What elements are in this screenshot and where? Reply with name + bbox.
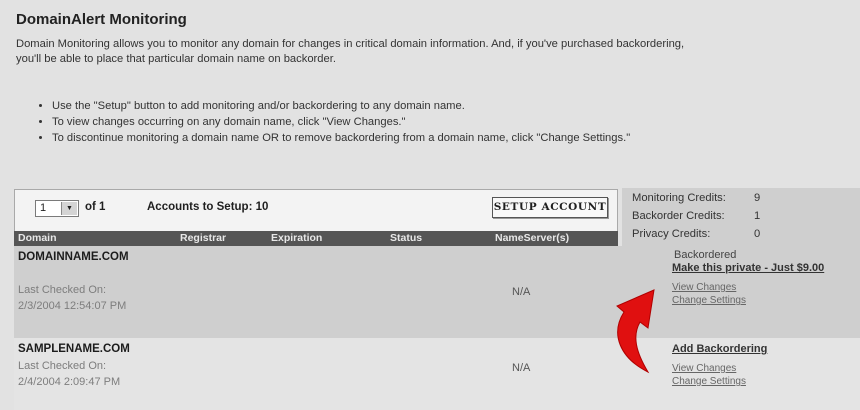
instructions-list: Use the "Setup" button to add monitoring… xyxy=(36,99,712,147)
table-row: SAMPLENAME.COM Last Checked On: 2/4/2004… xyxy=(14,338,860,410)
column-header-status[interactable]: Status xyxy=(390,232,422,244)
credits-panel: Monitoring Credits: 9 Backorder Credits:… xyxy=(622,188,860,246)
page-select-value: 1 xyxy=(40,202,47,214)
table-header: Domain Registrar Expiration Status NameS… xyxy=(14,231,618,246)
domain-alert-page: DomainAlert Monitoring Domain Monitoring… xyxy=(0,0,860,410)
intro-text: Domain Monitoring allows you to monitor … xyxy=(16,38,685,65)
view-changes-link[interactable]: View Changes xyxy=(672,362,767,375)
page-select[interactable]: 1 ▼ xyxy=(35,200,79,217)
list-item: To view changes occurring on any domain … xyxy=(52,115,712,130)
list-item: To discontinue monitoring a domain name … xyxy=(52,131,712,146)
column-header-domain[interactable]: Domain xyxy=(18,232,57,244)
change-settings-link[interactable]: Change Settings xyxy=(672,375,767,388)
table-row: DOMAINNAME.COM Last Checked On: 2/3/2004… xyxy=(14,246,860,338)
row-actions: Add Backordering View Changes Change Set… xyxy=(672,343,767,388)
accounts-to-setup: Accounts to Setup: 10 xyxy=(147,201,269,213)
setup-account-button[interactable]: SETUP ACCOUNT xyxy=(492,197,608,218)
add-backordering-link[interactable]: Add Backordering xyxy=(672,343,767,356)
page-title: DomainAlert Monitoring xyxy=(16,11,187,28)
column-header-expiration[interactable]: Expiration xyxy=(271,232,322,244)
view-changes-link[interactable]: View Changes xyxy=(672,281,824,294)
backorder-credits: Backorder Credits: 1 xyxy=(632,210,761,222)
page-count: of 1 xyxy=(85,201,106,213)
backorder-credits-value: 1 xyxy=(754,210,761,222)
status-badge: Backordered xyxy=(674,249,737,261)
last-checked: Last Checked On: 2/4/2004 2:09:47 PM xyxy=(18,360,121,388)
column-header-nameservers[interactable]: NameServer(s) xyxy=(495,232,569,244)
change-settings-link[interactable]: Change Settings xyxy=(672,294,824,307)
curved-red-arrow-icon xyxy=(616,289,655,374)
privacy-credits: Privacy Credits: 0 xyxy=(632,228,761,240)
last-checked: Last Checked On: 2/3/2004 12:54:07 PM xyxy=(18,284,127,312)
monitoring-credits: Monitoring Credits: 9 xyxy=(632,192,761,204)
list-item: Use the "Setup" button to add monitoring… xyxy=(52,99,712,114)
domain-name: DOMAINNAME.COM xyxy=(18,251,129,263)
monitoring-credits-value: 9 xyxy=(754,192,761,204)
row-actions: Backordered Make this private - Just $9.… xyxy=(672,249,824,307)
column-header-registrar[interactable]: Registrar xyxy=(180,232,226,244)
privacy-credits-value: 0 xyxy=(754,228,761,240)
nameservers-value: N/A xyxy=(512,362,531,374)
chevron-down-icon[interactable]: ▼ xyxy=(61,202,77,215)
domain-name: SAMPLENAME.COM xyxy=(18,343,130,355)
nameservers-value: N/A xyxy=(512,286,531,298)
table-toolbar: 1 ▼ of 1 Accounts to Setup: 10 SETUP ACC… xyxy=(14,189,618,231)
make-private-link[interactable]: Make this private - Just $9.00 xyxy=(672,262,824,275)
